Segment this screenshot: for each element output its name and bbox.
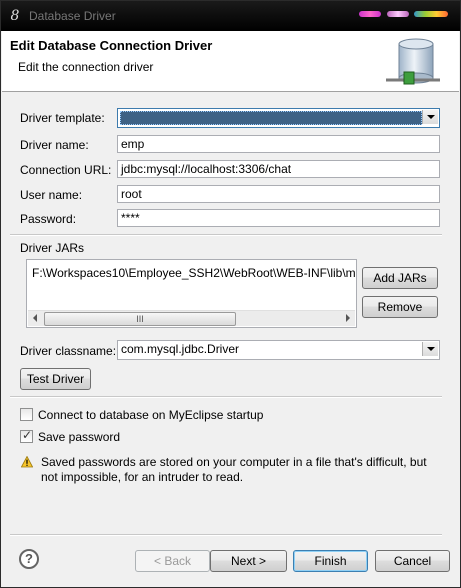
connection-url-label: Connection URL: (20, 163, 112, 177)
scroll-left-icon[interactable] (33, 314, 37, 322)
dialog-header: Edit Database Connection Driver Edit the… (2, 31, 459, 92)
horizontal-scrollbar[interactable]: III (28, 310, 355, 326)
driver-jars-list[interactable]: F:\Workspaces10\Employee_SSH2\WebRoot\WE… (26, 259, 357, 328)
header-subtitle: Edit the connection driver (18, 60, 154, 74)
password-label: Password: (20, 212, 77, 226)
save-password-checkbox[interactable] (20, 428, 33, 443)
close-button[interactable] (414, 11, 448, 17)
add-jars-button[interactable]: Add JARs (362, 267, 438, 289)
scroll-thumb[interactable]: III (44, 312, 236, 326)
user-name-label: User name: (20, 188, 83, 202)
list-item[interactable]: F:\Workspaces10\Employee_SSH2\WebRoot\WE… (32, 266, 356, 280)
window-title: Database Driver (29, 9, 116, 23)
driver-template-label: Driver template: (20, 111, 105, 125)
chevron-down-icon[interactable] (422, 342, 438, 356)
scroll-right-icon[interactable] (346, 314, 350, 322)
driver-jars-label: Driver JARs (20, 241, 85, 255)
help-icon[interactable]: ? (19, 549, 39, 569)
save-password-label[interactable]: Save password (38, 430, 120, 444)
myeclipse-app-icon: 8 (10, 8, 20, 24)
database-icon (386, 38, 440, 85)
driver-classname-combo[interactable]: com.mysql.jdbc.Driver (117, 340, 440, 360)
cancel-button[interactable]: Cancel (375, 550, 450, 572)
driver-name-field[interactable]: emp (117, 135, 440, 153)
test-driver-button[interactable]: Test Driver (20, 368, 91, 390)
chevron-down-icon[interactable] (422, 110, 438, 124)
separator (10, 534, 442, 536)
warning-text: Saved passwords are stored on your compu… (41, 455, 427, 484)
connection-url-field[interactable]: jdbc:mysql://localhost:3306/chat (117, 160, 440, 178)
finish-button[interactable]: Finish (293, 550, 368, 572)
header-title: Edit Database Connection Driver (10, 38, 213, 53)
maximize-button[interactable] (387, 11, 409, 17)
title-bar[interactable]: 8 Database Driver (1, 1, 460, 31)
driver-template-selection (120, 111, 422, 125)
connect-on-startup-checkbox[interactable] (20, 408, 33, 421)
remove-jar-button[interactable]: Remove (362, 296, 438, 318)
dialog-window: 8 Database Driver Edit Database Connecti… (0, 0, 461, 588)
warning-icon (21, 456, 33, 468)
driver-template-combo[interactable] (117, 108, 440, 128)
separator (10, 234, 442, 236)
driver-name-label: Driver name: (20, 138, 89, 152)
minimize-button[interactable] (359, 11, 381, 17)
separator (10, 396, 442, 398)
driver-classname-label: Driver classname: (20, 344, 117, 358)
next-button[interactable]: Next > (210, 550, 287, 572)
back-button[interactable]: < Back (135, 550, 210, 572)
password-field[interactable]: **** (117, 209, 440, 227)
driver-classname-value: com.mysql.jdbc.Driver (121, 342, 240, 356)
connect-on-startup-label[interactable]: Connect to database on MyEclipse startup (38, 408, 263, 422)
user-name-field[interactable]: root (117, 185, 440, 203)
